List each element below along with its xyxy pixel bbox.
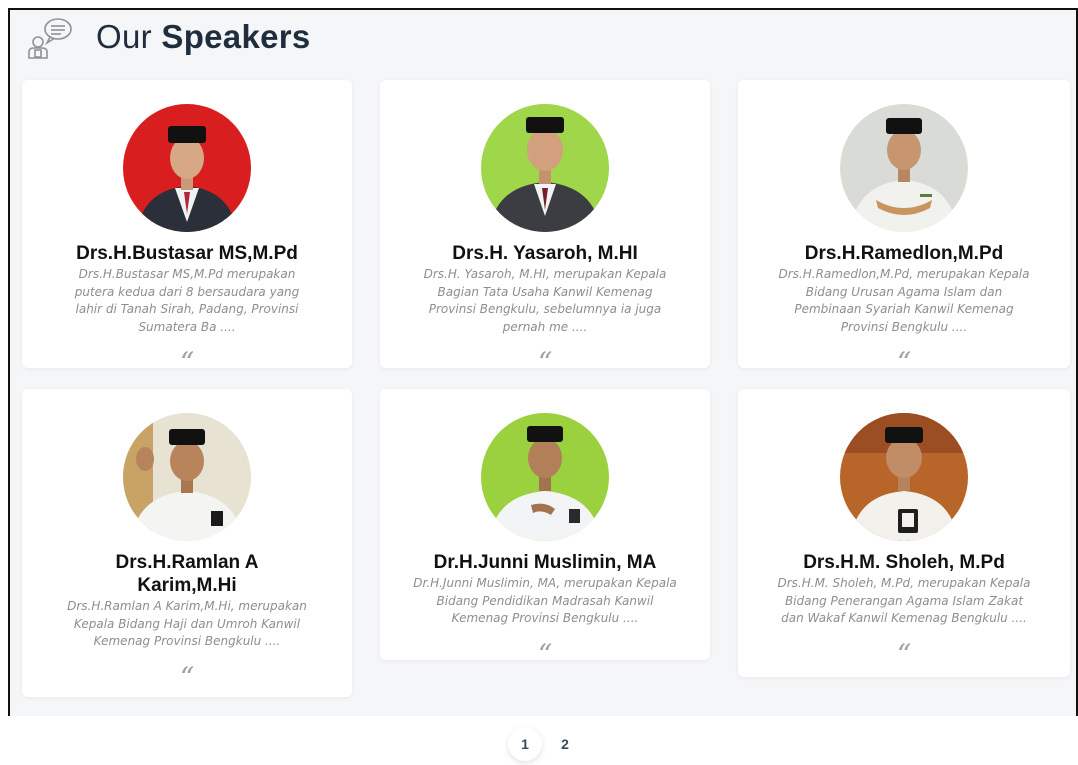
pagination: 1 2 <box>508 727 582 761</box>
speaker-card[interactable]: Drs.H. Yasaroh, M.HI Drs.H. Yasaroh, M.H… <box>380 80 710 379</box>
avatar <box>123 104 251 232</box>
speaker-name: Drs.H. Yasaroh, M.HI <box>452 243 638 264</box>
speaker-card[interactable]: Drs.H.Bustasar MS,M.Pd Drs.H.Bustasar MS… <box>22 80 352 379</box>
speaker-description: Drs.H.Ramedlon,M.Pd, merupakan Kepala Bi… <box>778 267 1030 334</box>
page-title: Our Speakers <box>96 18 311 56</box>
avatar <box>481 104 609 232</box>
speaker-description: Drs.H.Ramlan A Karim,M.Hi, merupakan Kep… <box>67 599 307 648</box>
title-bold: Speakers <box>161 18 311 55</box>
speaker-card[interactable]: Drs.H.Ramlan A Karim,M.Hi Drs.H.Ramlan A… <box>22 389 352 697</box>
speaker-chat-icon <box>20 15 76 59</box>
quote-icon[interactable]: “ <box>180 346 194 379</box>
speaker-name: Drs.H.Ramedlon,M.Pd <box>804 243 1004 264</box>
speaker-name: Drs.H.Ramlan A Karim,M.Hi <box>115 552 259 596</box>
avatar <box>481 413 609 541</box>
speaker-name: Drs.H.M. Sholeh, M.Pd <box>803 552 1005 573</box>
speaker-description: Dr.H.Junni Muslimin, MA, merupakan Kepal… <box>413 576 677 625</box>
title-light: Our <box>96 18 152 55</box>
speaker-description: Drs.H. Yasaroh, M.HI, merupakan Kepala B… <box>423 267 667 334</box>
avatar <box>840 104 968 232</box>
page-button-2[interactable]: 2 <box>548 727 582 761</box>
quote-icon[interactable]: “ <box>897 638 911 671</box>
speaker-card[interactable]: Dr.H.Junni Muslimin, MA Dr.H.Junni Musli… <box>380 389 710 671</box>
speaker-name: Drs.H.Bustasar MS,M.Pd <box>76 243 298 264</box>
avatar <box>840 413 968 541</box>
speaker-description: Drs.H.M. Sholeh, M.Pd, merupakan Kepala … <box>777 576 1031 625</box>
quote-icon[interactable]: “ <box>538 638 552 671</box>
avatar <box>123 413 251 541</box>
quote-icon[interactable]: “ <box>180 661 194 694</box>
speaker-card[interactable]: Drs.H.M. Sholeh, M.Pd Drs.H.M. Sholeh, M… <box>738 389 1070 677</box>
speaker-description: Drs.H.Bustasar MS,M.Pd merupakan putera … <box>74 267 300 334</box>
section-header: Our Speakers <box>20 12 311 62</box>
quote-icon[interactable]: “ <box>897 346 911 379</box>
speaker-name: Dr.H.Junni Muslimin, MA <box>433 552 657 573</box>
quote-icon[interactable]: “ <box>538 346 552 379</box>
speaker-card[interactable]: Drs.H.Ramedlon,M.Pd Drs.H.Ramedlon,M.Pd,… <box>738 80 1070 379</box>
page-button-1[interactable]: 1 <box>508 727 542 761</box>
